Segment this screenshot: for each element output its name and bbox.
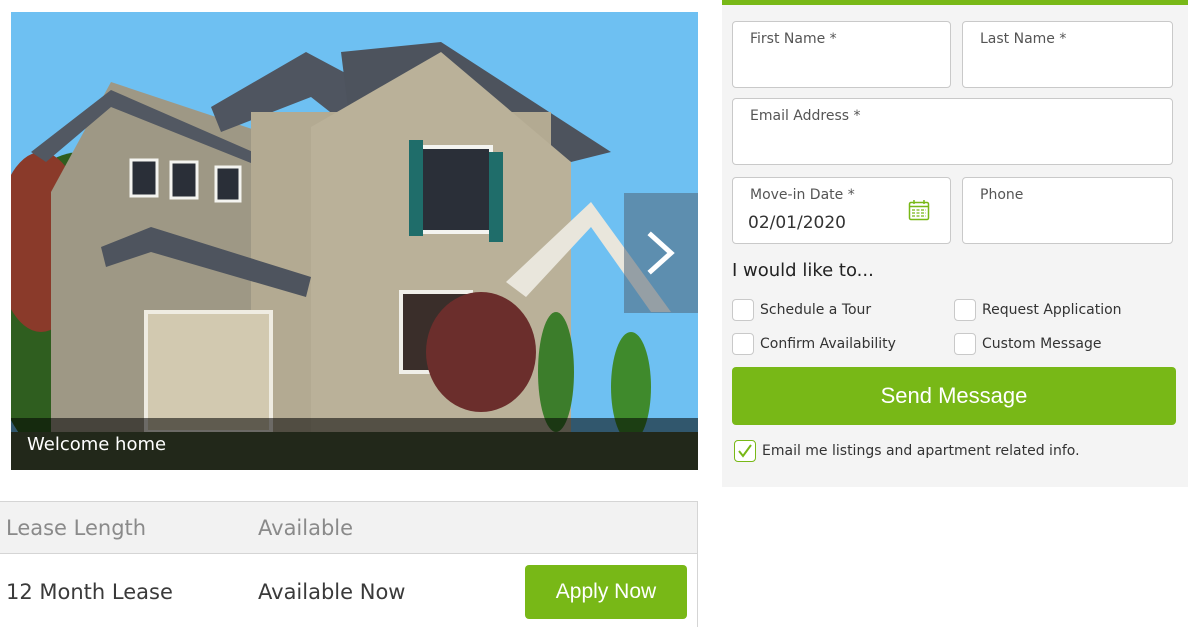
checkbox[interactable] — [954, 333, 976, 355]
carousel-caption: Welcome home — [11, 418, 698, 470]
checkbox-label: Request Application — [982, 302, 1122, 318]
caption-text: Welcome home — [27, 433, 167, 455]
lease-table-header: Lease Length Available — [0, 502, 697, 554]
contact-form: First Name * Last Name * Email Address *… — [722, 0, 1188, 487]
form-accent-bar — [722, 0, 1188, 5]
move-in-date-label: Move-in Date * — [750, 187, 855, 203]
last-name-field[interactable]: Last Name * — [962, 21, 1173, 88]
lease-length-cell: 12 Month Lease — [6, 580, 173, 604]
email-field[interactable]: Email Address * — [732, 98, 1173, 165]
intent-custom-message[interactable]: Custom Message — [954, 332, 1101, 356]
house-photo — [11, 12, 698, 470]
availability-cell: Available Now — [258, 580, 406, 604]
intent-request-application[interactable]: Request Application — [954, 298, 1122, 322]
phone-field[interactable]: Phone — [962, 177, 1173, 244]
move-in-date-field[interactable]: Move-in Date * 02/01/2020 — [732, 177, 951, 244]
apply-now-button[interactable]: Apply Now — [525, 565, 687, 619]
checkbox[interactable] — [732, 333, 754, 355]
photo-carousel: Welcome home — [11, 12, 698, 470]
checkbox-label: Custom Message — [982, 336, 1102, 352]
intent-schedule-tour[interactable]: Schedule a Tour — [732, 298, 871, 322]
checkbox-label: Confirm Availability — [760, 336, 896, 352]
carousel-next-button[interactable] — [624, 193, 698, 313]
checkbox-label: Schedule a Tour — [760, 302, 872, 318]
checkbox[interactable] — [732, 299, 754, 321]
intent-heading: I would like to... — [732, 260, 874, 281]
send-message-button[interactable]: Send Message — [732, 367, 1176, 425]
email-optin[interactable]: Email me listings and apartment related … — [734, 439, 1080, 463]
move-in-date-value: 02/01/2020 — [748, 213, 846, 233]
table-row: 12 Month Lease Available Now Apply Now — [0, 554, 697, 627]
checkmark-icon — [738, 444, 752, 458]
calendar-icon[interactable] — [908, 199, 930, 221]
checkbox[interactable] — [954, 299, 976, 321]
header-lease-length: Lease Length — [6, 515, 147, 540]
lease-table: Lease Length Available 12 Month Lease Av… — [0, 501, 698, 627]
header-available: Available — [258, 515, 354, 540]
chevron-right-icon — [647, 231, 675, 275]
first-name-field[interactable]: First Name * — [732, 21, 951, 88]
optin-label: Email me listings and apartment related … — [762, 443, 1080, 459]
intent-confirm-availability[interactable]: Confirm Availability — [732, 332, 896, 356]
optin-checkbox[interactable] — [734, 440, 756, 462]
